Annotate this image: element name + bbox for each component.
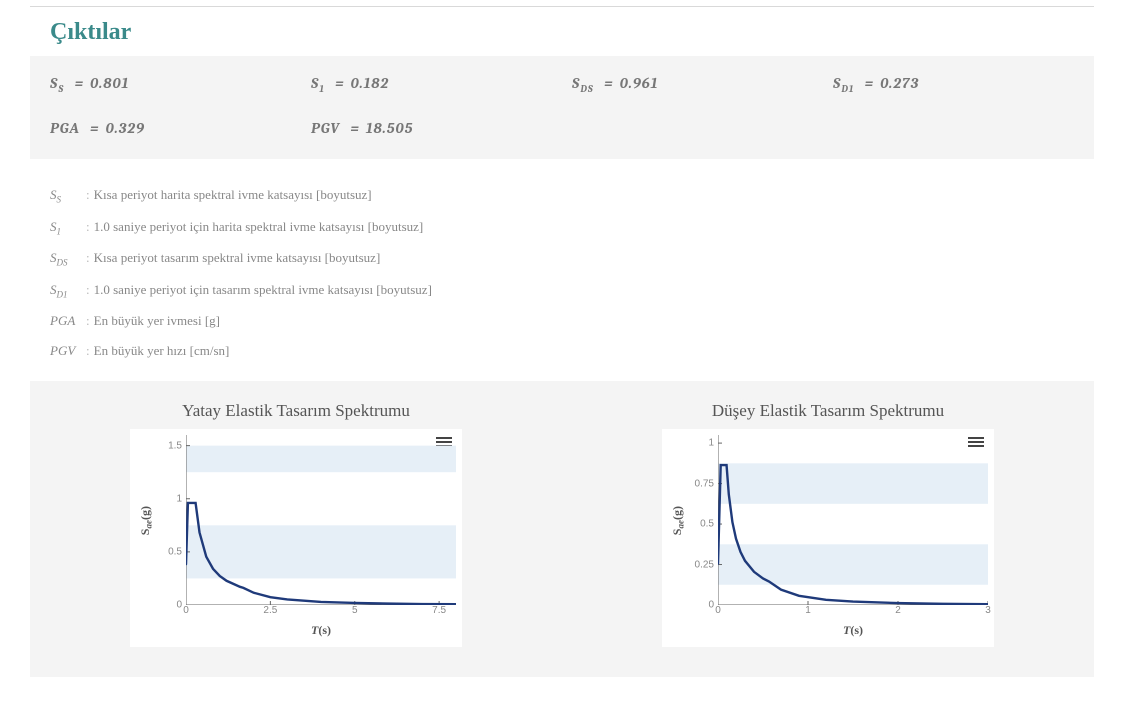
definition-row: SD1: 1.0 saniye periyot için tasarım spe… [50, 282, 1074, 300]
plot-box: Sae(g) 0 0.5 1 1.5 0 2.5 5 7.5 T(s) [130, 429, 462, 647]
y-tick-label: 0.5 [168, 547, 182, 558]
output-pgv: PGV =18.505 [311, 119, 552, 137]
definition-text: Kısa periyot harita spektral ivme katsay… [94, 187, 372, 203]
chart-horizontal: Yatay Elastik Tasarım Spektrumu Sae(g)00… [30, 401, 562, 647]
chart-vertical: Düşey Elastik Tasarım Spektrumu Sae(g)00… [562, 401, 1094, 647]
charts-wrap: Yatay Elastik Tasarım Spektrumu Sae(g)00… [30, 381, 1094, 677]
chart-title: Düşey Elastik Tasarım Spektrumu [712, 401, 944, 421]
definition-symbol: SD1 [50, 282, 86, 300]
x-axis-label: T(s) [718, 623, 988, 638]
outputs-band: SS =0.801 S1 =0.182 SDS =0.961 SD1 =0.27… [30, 56, 1094, 159]
x-tick-label: 1 [805, 605, 811, 616]
definition-symbol: PGA [50, 313, 86, 329]
y-tick-label: 0 [176, 600, 182, 611]
y-tick-label: 1 [176, 494, 182, 505]
definition-row: SS: Kısa periyot harita spektral ivme ka… [50, 187, 1074, 205]
output-ss: SS =0.801 [50, 74, 291, 95]
x-tick-label: 3 [985, 605, 991, 616]
x-axis-label: T(s) [186, 623, 456, 638]
definition-text: 1.0 saniye periyot için tasarım spektral… [94, 282, 432, 298]
output-sds: SDS =0.961 [572, 74, 813, 95]
output-pga: PGA =0.329 [50, 119, 291, 137]
definition-row: PGV: En büyük yer hızı [cm/sn] [50, 343, 1074, 359]
output-sd1: SD1 =0.273 [833, 74, 1074, 95]
definition-symbol: SDS [50, 250, 86, 268]
x-tick-label: 2.5 [263, 605, 277, 616]
definition-symbol: S1 [50, 219, 86, 237]
definition-text: Kısa periyot tasarım spektral ivme katsa… [94, 250, 381, 266]
chart-svg [186, 435, 456, 605]
page-title: Çıktılar [50, 19, 1094, 46]
chart-title: Yatay Elastik Tasarım Spektrumu [182, 401, 410, 421]
y-tick-label: 0 [708, 600, 714, 611]
definition-text: En büyük yer hızı [cm/sn] [94, 343, 230, 359]
y-axis-label: Sae(g) [138, 506, 153, 535]
definition-text: En büyük yer ivmesi [g] [94, 313, 220, 329]
definition-row: SDS: Kısa periyot tasarım spektral ivme … [50, 250, 1074, 268]
x-tick-label: 7.5 [432, 605, 446, 616]
definitions-list: SS: Kısa periyot harita spektral ivme ka… [30, 159, 1094, 381]
x-tick-label: 0 [183, 605, 189, 616]
top-rule [30, 6, 1094, 7]
y-tick-label: 0.5 [700, 519, 714, 530]
definition-row: PGA: En büyük yer ivmesi [g] [50, 313, 1074, 329]
y-tick-label: 0.25 [695, 559, 714, 570]
y-tick-label: 0.75 [695, 478, 714, 489]
definition-text: 1.0 saniye periyot için harita spektral … [94, 219, 424, 235]
output-s1: S1 =0.182 [311, 74, 552, 95]
definition-symbol: PGV [50, 343, 86, 359]
x-tick-label: 2 [895, 605, 901, 616]
y-axis-label: Sae(g) [670, 506, 685, 535]
definition-row: S1: 1.0 saniye periyot için harita spekt… [50, 219, 1074, 237]
x-tick-label: 0 [715, 605, 721, 616]
y-tick-label: 1 [708, 438, 714, 449]
x-tick-label: 5 [352, 605, 358, 616]
y-tick-label: 1.5 [168, 441, 182, 452]
definition-symbol: SS [50, 187, 86, 205]
plot-box: Sae(g) 0 0.25 0.5 0.75 1 0 1 2 3 T(s) [662, 429, 994, 647]
chart-svg [718, 435, 988, 605]
